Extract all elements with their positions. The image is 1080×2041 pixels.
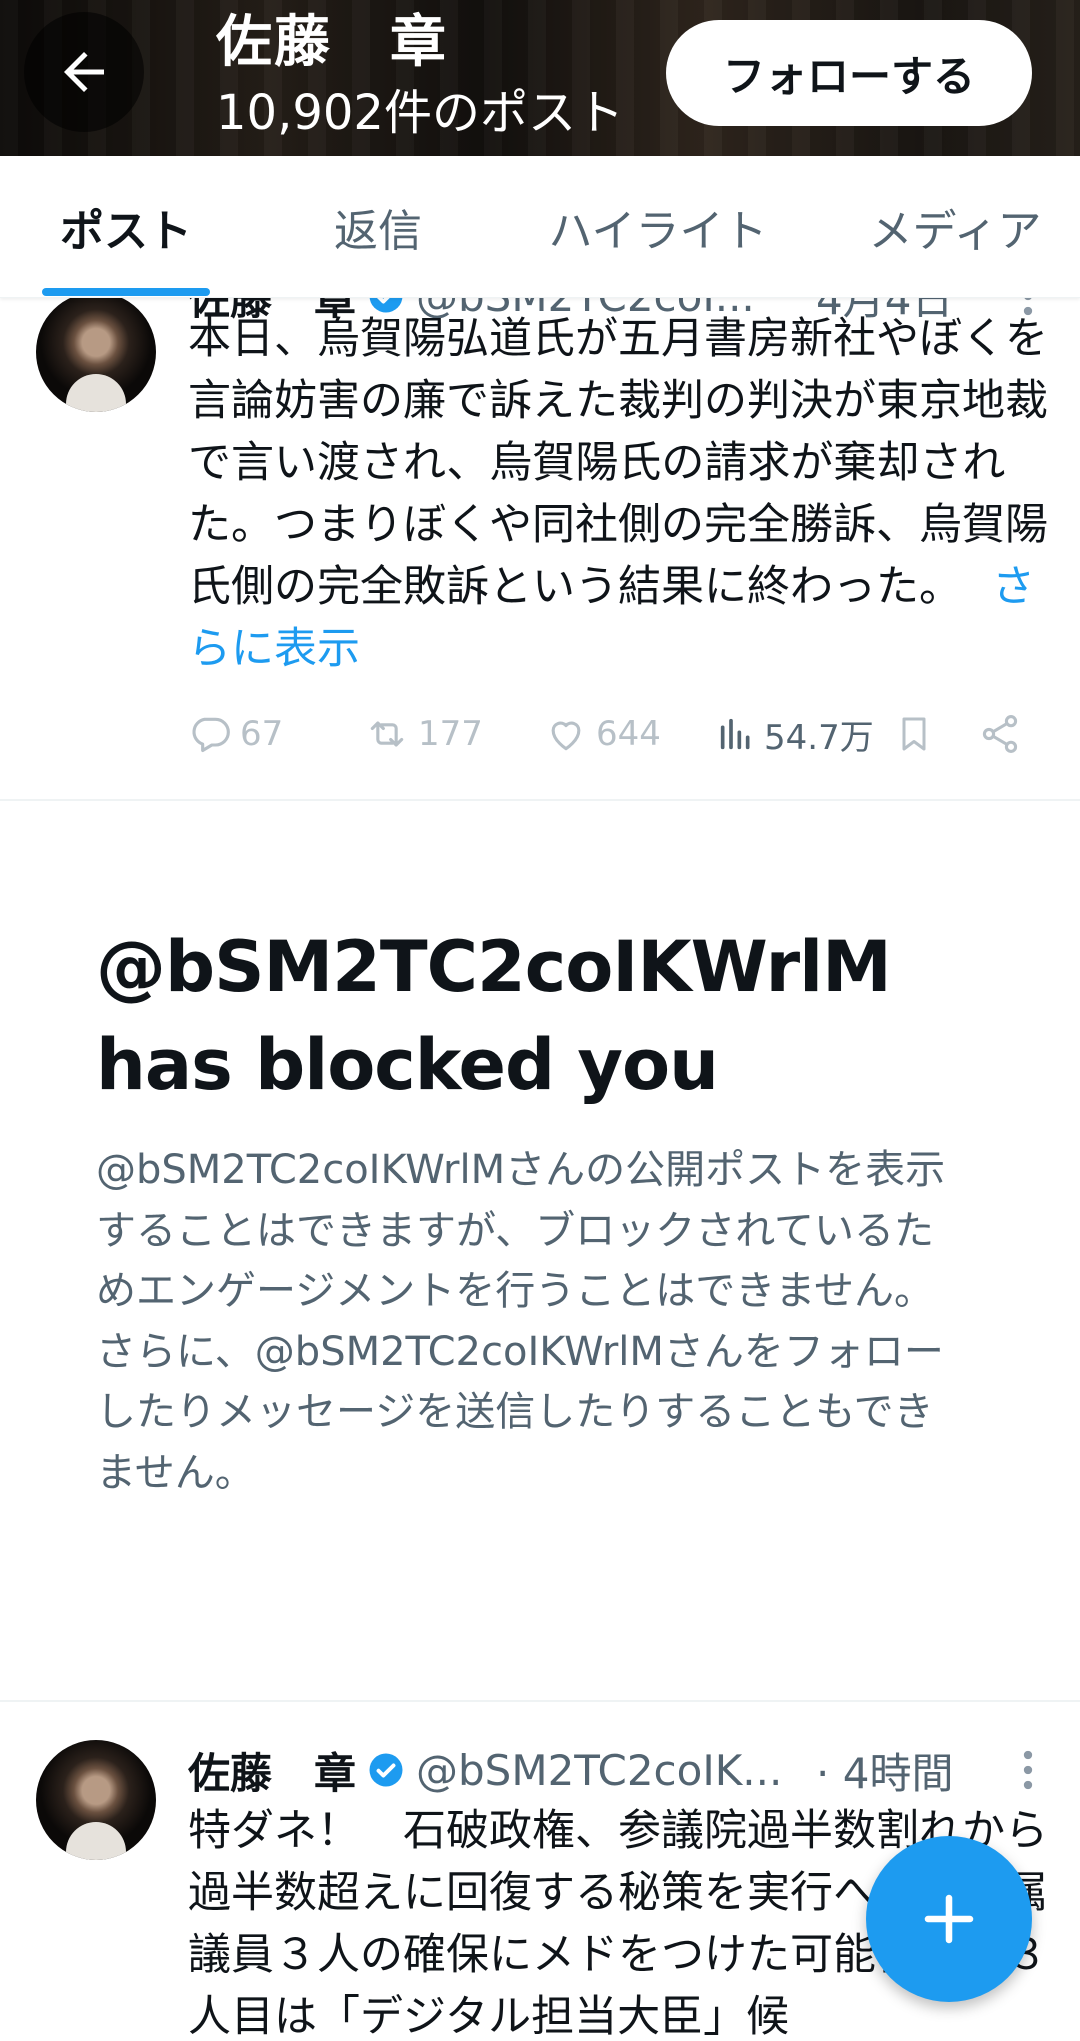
- tweet-text[interactable]: 本日、烏賀陽弘道氏が五月書房新社やぼくを言論妨害の廉で訴えた裁判の判決が東京地裁…: [188, 308, 1048, 680]
- tab-media[interactable]: メディア: [830, 156, 1080, 298]
- back-button[interactable]: [24, 12, 144, 132]
- profile-tabs: ポスト 返信 ハイライト メディア: [0, 156, 1080, 298]
- avatar[interactable]: [36, 1740, 156, 1860]
- bookmark-button[interactable]: [894, 704, 934, 764]
- reply-count: 67: [240, 714, 284, 754]
- heart-icon: [551, 721, 581, 751]
- repost-button[interactable]: 177: [364, 704, 483, 764]
- tweet-time[interactable]: · 4時間: [816, 1740, 953, 1800]
- tweet-text-content: 本日、烏賀陽弘道氏が五月書房新社やぼくを言論妨害の廉で訴えた裁判の判決が東京地裁…: [188, 314, 1048, 612]
- share-button[interactable]: [978, 704, 1022, 764]
- plus-icon: [924, 1894, 974, 1944]
- tab-posts[interactable]: ポスト: [0, 156, 252, 298]
- tweet-meta: 佐藤 章 @bSM2TC2coIK... · 4時間: [188, 1740, 1048, 1800]
- views-button[interactable]: 54.7万: [716, 704, 874, 764]
- post-count: 10,902件のポスト: [216, 85, 624, 141]
- divider: [0, 799, 1080, 801]
- analytics-icon: [720, 718, 750, 750]
- repost-icon: [370, 721, 404, 747]
- tab-replies[interactable]: 返信: [270, 156, 486, 298]
- like-button[interactable]: 644: [544, 704, 661, 764]
- tweet[interactable]: 佐藤 章 @bSM2TC2coI... 4月4日 本日、烏賀陽弘道氏が五月書房新…: [0, 266, 1080, 800]
- active-tab-indicator: [42, 288, 210, 296]
- verified-badge-icon: [368, 1752, 404, 1788]
- bookmark-icon: [902, 717, 926, 751]
- reply-button[interactable]: 67: [188, 704, 283, 764]
- arrow-left-icon: [64, 52, 104, 92]
- more-options-icon[interactable]: [1008, 1740, 1048, 1800]
- author-handle[interactable]: @bSM2TC2coIK...: [416, 1746, 796, 1795]
- blocked-title: @bSM2TC2coIKWrlM has blocked you: [96, 926, 892, 1106]
- profile-header: 佐藤 章 10,902件のポスト フォローする: [0, 0, 1080, 156]
- avatar[interactable]: [36, 292, 156, 412]
- profile-name: 佐藤 章: [216, 10, 448, 75]
- compose-button[interactable]: [866, 1836, 1032, 2002]
- blocked-description: @bSM2TC2coIKWrlMさんの公開ポストを表示することはできますが、ブロ…: [96, 1147, 946, 1496]
- tab-highlights[interactable]: ハイライト: [520, 156, 796, 298]
- repost-count: 177: [418, 714, 483, 754]
- share-icon: [982, 715, 1018, 753]
- follow-button[interactable]: フォローする: [666, 20, 1032, 126]
- reply-icon: [192, 717, 230, 753]
- divider: [0, 1700, 1080, 1702]
- author-name[interactable]: 佐藤 章: [188, 1740, 356, 1800]
- tweet-actions: 67 177 644 54.7万: [188, 704, 1048, 764]
- view-count: 54.7万: [764, 717, 874, 758]
- like-count: 644: [596, 714, 661, 754]
